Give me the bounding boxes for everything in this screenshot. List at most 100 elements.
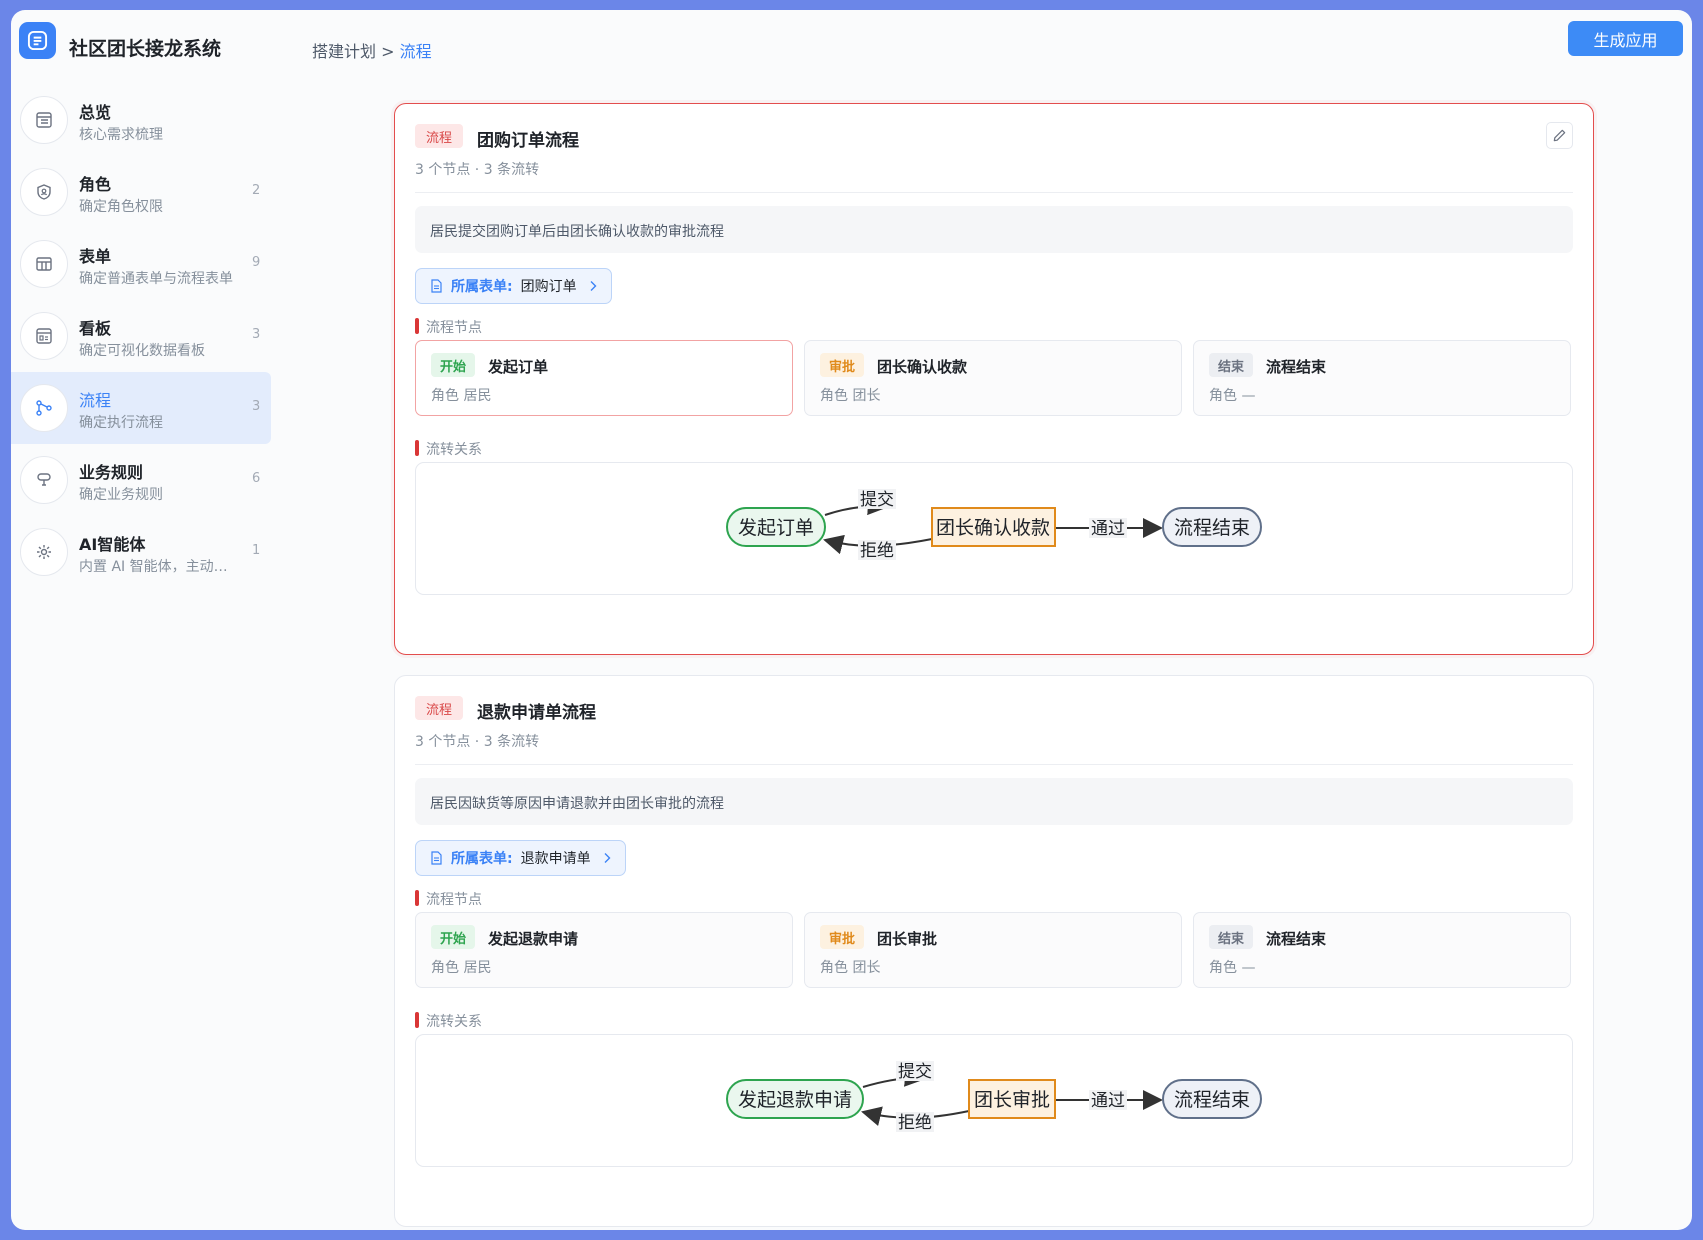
sidebar-item-title: 业务规则 [79, 463, 144, 482]
divider [415, 764, 1573, 765]
node-type-badge: 审批 [820, 353, 865, 377]
node-name: 流程结束 [1266, 358, 1327, 376]
sidebar-item-roles[interactable]: 角色 确定角色权限 2 [11, 156, 271, 228]
sidebar-item-overview[interactable]: 总览 核心需求梳理 [11, 84, 271, 156]
sidebar-item-subtitle: 确定业务规则 [79, 487, 163, 503]
flow-node[interactable]: 审批 团长确认收款 角色 团长 [804, 340, 1182, 416]
flow-description: 居民因缺货等原因申请退款并由团长审批的流程 [415, 778, 1573, 825]
diagram-node-label: 团长确认收款 [936, 517, 1050, 539]
sidebar-item-title: 角色 [79, 175, 112, 194]
ai-gear-icon [20, 528, 68, 576]
flow-node[interactable]: 结束 流程结束 角色 — [1193, 340, 1571, 416]
sidebar-item-subtitle: 确定普通表单与流程表单 [79, 271, 233, 287]
sidebar-item-title: 看板 [79, 319, 112, 338]
diagram-node-label: 发起退款申请 [738, 1089, 852, 1111]
nodes-section-label: 流程节点 [415, 889, 482, 909]
flow-diagram: 发起订单 团长确认收款 流程结束 提交 拒绝 通过 [415, 462, 1573, 595]
breadcrumb-parent[interactable]: 搭建计划 > [312, 42, 395, 61]
diagram-edge-label: 提交 [898, 1062, 932, 1082]
sidebar-item-subtitle: 确定角色权限 [79, 199, 163, 215]
flow-meta: 3 个节点 · 3 条流转 [415, 162, 540, 178]
app-logo-icon [19, 22, 56, 59]
node-name: 团长审批 [877, 930, 938, 948]
edges-section-label: 流转关系 [415, 439, 482, 459]
node-name: 发起退款申请 [488, 930, 579, 948]
linked-form-label: 所属表单: [451, 851, 513, 867]
pencil-icon [1553, 129, 1566, 142]
node-name: 发起订单 [488, 358, 549, 376]
dashboard-icon [20, 312, 68, 360]
diagram-node-label: 团长审批 [974, 1089, 1050, 1111]
diagram-edge-label: 拒绝 [898, 1113, 932, 1133]
flow-card[interactable]: 流程 团购订单流程 3 个节点 · 3 条流转 居民提交团购订单后由团长确认收款… [394, 103, 1594, 655]
flow-tag: 流程 [415, 124, 463, 148]
node-type-badge: 结束 [1209, 353, 1254, 377]
linked-form-label: 所属表单: [451, 279, 513, 295]
sidebar-item-ai-agent[interactable]: AI智能体 内置 AI 智能体，主动处理业务 1 [11, 516, 271, 588]
form-table-icon [20, 240, 68, 288]
linked-form-value: 退款申请单 [520, 851, 591, 867]
node-name: 团长确认收款 [877, 358, 968, 376]
app-window: 社区团长接龙系统 搭建计划 > 流程 生成应用 总览 核心需求梳理 角色 确定角… [11, 10, 1692, 1230]
diagram-edge-label: 通过 [1091, 1091, 1125, 1111]
document-icon [431, 279, 442, 293]
edit-button[interactable] [1546, 122, 1573, 149]
sidebar-item-count: 6 [252, 471, 261, 486]
sidebar-item-subtitle: 确定可视化数据看板 [79, 343, 205, 359]
linked-form-link[interactable]: 所属表单: 团购订单 [415, 268, 612, 304]
nodes-section-label: 流程节点 [415, 317, 482, 337]
flow-icon [20, 384, 68, 432]
sidebar-item-count: 3 [252, 399, 261, 414]
diagram-edge-label: 通过 [1091, 519, 1125, 539]
diagram-node-label: 流程结束 [1174, 1089, 1250, 1111]
sidebar-item-subtitle: 确定执行流程 [79, 415, 163, 431]
app-title: 社区团长接龙系统 [69, 38, 222, 60]
node-role: 角色 团长 [820, 960, 881, 976]
sidebar-item-subtitle: 核心需求梳理 [79, 127, 163, 143]
flow-description: 居民提交团购订单后由团长确认收款的审批流程 [415, 206, 1573, 253]
document-icon [431, 851, 442, 865]
rule-icon [20, 456, 68, 504]
flow-meta: 3 个节点 · 3 条流转 [415, 734, 540, 750]
sidebar-item-forms[interactable]: 表单 确定普通表单与流程表单 9 [11, 228, 271, 300]
sidebar-item-rules[interactable]: 业务规则 确定业务规则 6 [11, 444, 271, 516]
flow-title: 团购订单流程 [477, 131, 579, 151]
node-type-badge: 开始 [431, 353, 476, 377]
sidebar-item-count: 3 [252, 327, 261, 342]
flow-node[interactable]: 结束 流程结束 角色 — [1193, 912, 1571, 988]
chevron-right-icon [603, 852, 611, 864]
sidebar-item-title: 表单 [79, 247, 112, 266]
sidebar-item-count: 1 [252, 543, 261, 558]
node-role: 角色 居民 [431, 960, 492, 976]
sidebar-item-flows[interactable]: 流程 确定执行流程 3 [11, 372, 271, 444]
diagram-node-label: 流程结束 [1174, 517, 1250, 539]
linked-form-link[interactable]: 所属表单: 退款申请单 [415, 840, 626, 876]
node-role: 角色 团长 [820, 388, 881, 404]
chevron-right-icon [589, 280, 597, 292]
flow-node[interactable]: 开始 发起退款申请 角色 居民 [415, 912, 793, 988]
node-role: 角色 居民 [431, 388, 492, 404]
flow-card[interactable]: 流程 退款申请单流程 3 个节点 · 3 条流转 居民因缺货等原因申请退款并由团… [394, 675, 1594, 1227]
breadcrumb-current: 流程 [399, 42, 432, 61]
node-type-badge: 审批 [820, 925, 865, 949]
diagram-edge-label: 提交 [860, 490, 894, 510]
sidebar-item-count: 2 [252, 183, 261, 198]
node-role: 角色 — [1209, 388, 1256, 404]
generate-app-button[interactable]: 生成应用 [1568, 21, 1683, 56]
node-type-badge: 开始 [431, 925, 476, 949]
flow-diagram: 发起退款申请 团长审批 流程结束 提交 拒绝 通过 [415, 1034, 1573, 1167]
breadcrumb: 搭建计划 > 流程 [312, 38, 432, 62]
flow-node[interactable]: 开始 发起订单 角色 居民 [415, 340, 793, 416]
node-role: 角色 — [1209, 960, 1256, 976]
flow-node[interactable]: 审批 团长审批 角色 团长 [804, 912, 1182, 988]
sidebar-item-dashboards[interactable]: 看板 确定可视化数据看板 3 [11, 300, 271, 372]
sidebar-item-title: 流程 [79, 391, 112, 410]
divider [415, 192, 1573, 193]
sidebar-item-title: AI智能体 [79, 535, 146, 554]
sidebar-item-subtitle: 内置 AI 智能体，主动处理业务 [79, 559, 234, 575]
diagram-node-label: 发起订单 [738, 517, 814, 539]
overview-icon [20, 96, 68, 144]
diagram-edge-label: 拒绝 [860, 541, 894, 561]
flow-diagram-svg: 发起退款申请 团长审批 流程结束 提交 拒绝 通过 [726, 1061, 1262, 1133]
node-name: 流程结束 [1266, 930, 1327, 948]
